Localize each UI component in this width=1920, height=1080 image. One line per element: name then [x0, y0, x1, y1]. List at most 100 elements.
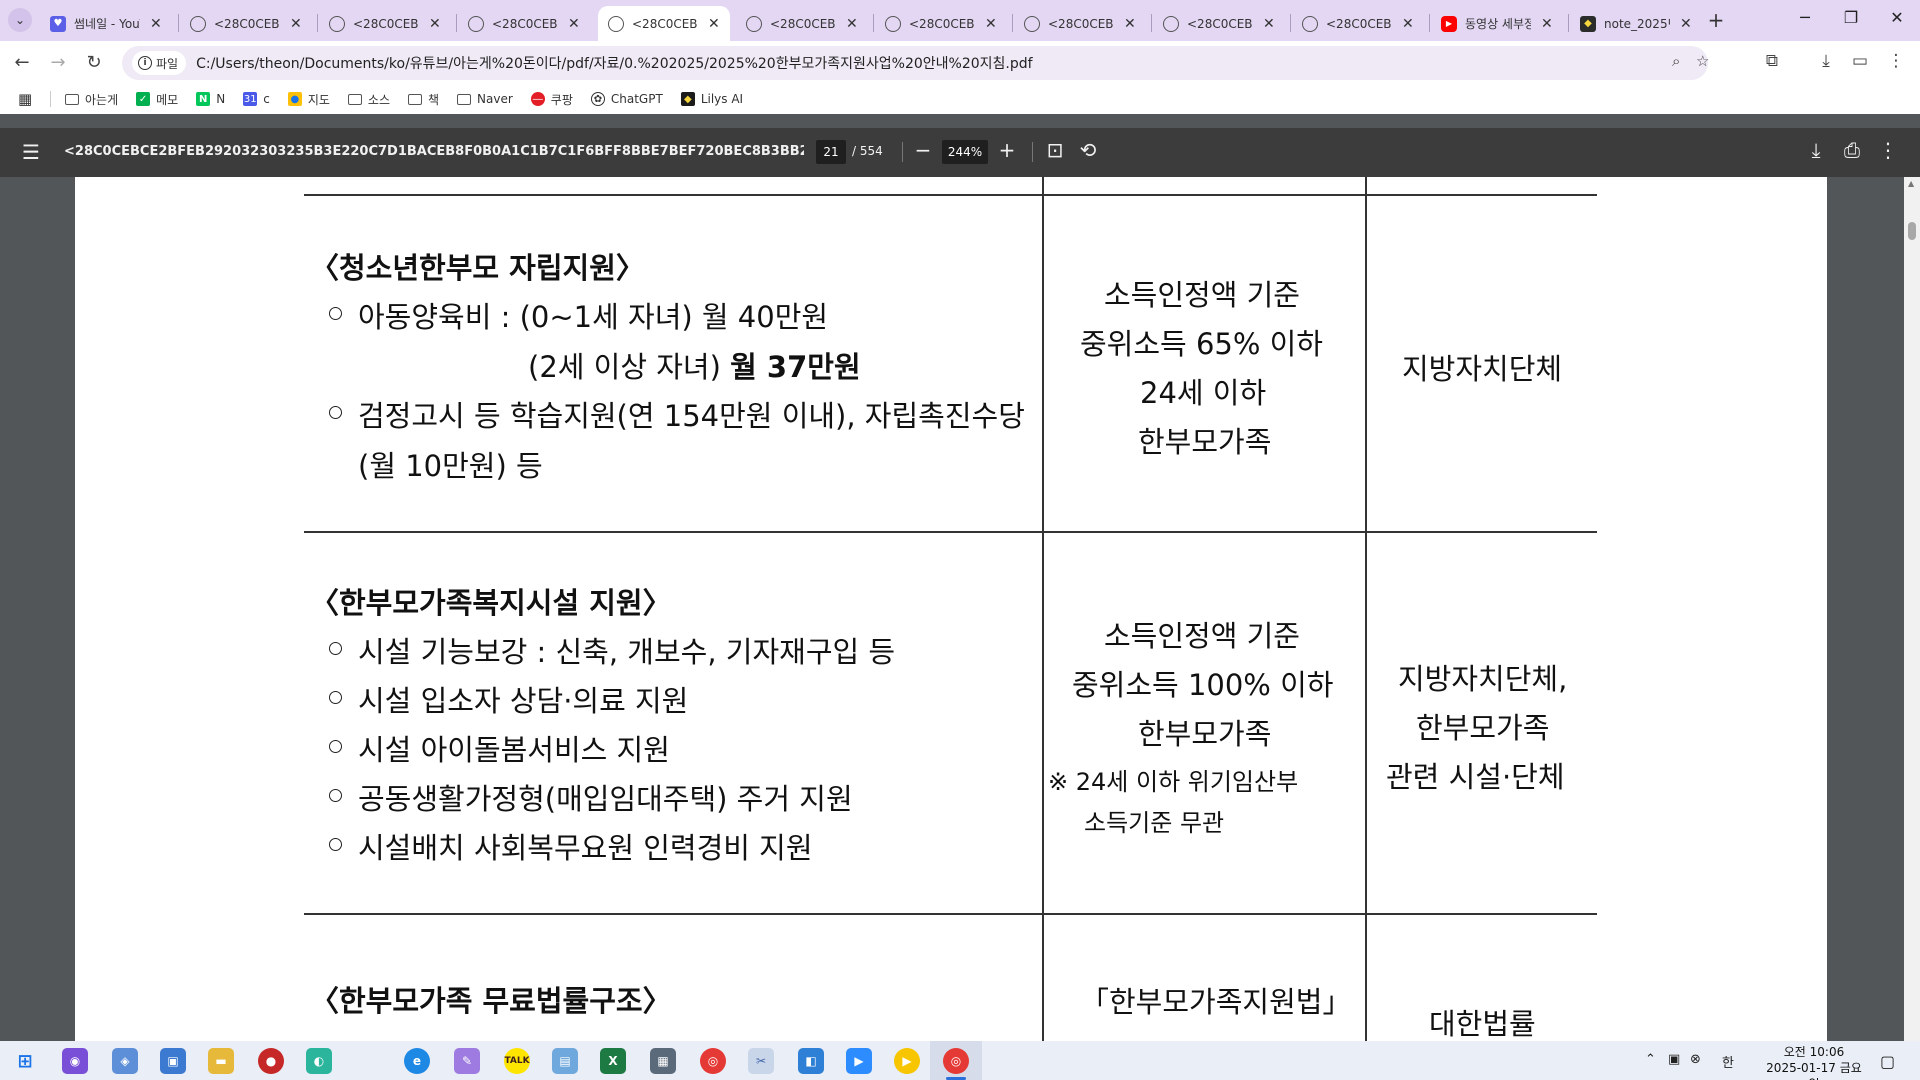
- windows-start-icon[interactable]: ⊞: [12, 1048, 38, 1074]
- app-icon[interactable]: ▤: [552, 1048, 578, 1074]
- chrome-icon[interactable]: ◎: [943, 1048, 969, 1074]
- taskbar-clock[interactable]: 오전 10:06 2025-01-17 금요일: [1766, 1044, 1862, 1080]
- zoom-out-button[interactable]: −: [911, 138, 935, 162]
- tab-title: note_2025년: [1604, 17, 1670, 31]
- scroll-thumb[interactable]: [1908, 222, 1916, 240]
- restore-button[interactable]: ❐: [1836, 8, 1866, 27]
- tab[interactable]: ▶ 동영상 세부정보 ✕: [1431, 6, 1563, 41]
- bookmark-item[interactable]: ● 지도: [287, 91, 330, 108]
- pdf-document-area[interactable]: 〈청소년한부모 자립지원〉 아동양육비 : (0~1세 자녀) 월 40만원 (…: [0, 177, 1920, 1041]
- app-icon[interactable]: ◧: [798, 1048, 824, 1074]
- page-number-input[interactable]: 21: [816, 140, 846, 164]
- fit-page-button[interactable]: ⊡: [1043, 138, 1067, 162]
- chevron-up-icon[interactable]: ⌃: [1645, 1052, 1656, 1067]
- close-icon[interactable]: ✕: [1402, 16, 1414, 32]
- record-icon[interactable]: ●: [258, 1048, 284, 1074]
- zoom-in-button[interactable]: +: [995, 138, 1019, 162]
- bookmark-item[interactable]: Naver: [457, 92, 513, 106]
- eligibility-note: 소득기준 무관: [1084, 809, 1225, 837]
- bookmark-item[interactable]: ✿ ChatGPT: [590, 92, 663, 106]
- close-icon[interactable]: ✕: [429, 16, 441, 32]
- chrome-icon[interactable]: ◎: [700, 1048, 726, 1074]
- close-icon[interactable]: ✕: [1124, 16, 1136, 32]
- tab[interactable]: ◆ note_2025년 ✕: [1570, 6, 1702, 41]
- close-icon[interactable]: ✕: [290, 16, 302, 32]
- tab[interactable]: <28C0CEBCE2BFEB ✕: [1153, 6, 1285, 41]
- pdf-download-button[interactable]: ⤓: [1804, 138, 1828, 162]
- tab[interactable]: ♥ 썸네일 - YouTube ✕: [40, 6, 172, 41]
- app-icon[interactable]: ◐: [306, 1048, 332, 1074]
- app-icon[interactable]: ✎: [454, 1048, 480, 1074]
- reload-button[interactable]: ↻: [82, 51, 106, 75]
- new-tab-button[interactable]: +: [1704, 8, 1728, 32]
- menu-icon[interactable]: ☰: [22, 140, 40, 164]
- close-icon[interactable]: ✕: [150, 16, 162, 32]
- bookmark-item[interactable]: 소스: [347, 91, 390, 108]
- bookmarks-bar: ▦ 아는게 ✓ 메모 NN 31 c ● 지도 소스 책 Naver ― 쿠팡 ✿ Cha…: [0, 84, 1920, 114]
- tab[interactable]: <28C0CEBCE2BFEB ✕: [458, 6, 590, 41]
- zoom-input[interactable]: 244%: [942, 140, 988, 164]
- site-info-chip[interactable]: i 파일: [132, 51, 187, 75]
- coupang-icon: ―: [530, 92, 545, 106]
- tab[interactable]: <28C0CEBCE2BFEB ✕: [1292, 6, 1424, 41]
- cast-icon[interactable]: ▭: [1848, 51, 1872, 71]
- rotate-button[interactable]: ⟲: [1076, 138, 1100, 162]
- tab[interactable]: <28C0CEBCE2BFEB ✕: [1014, 6, 1146, 41]
- ime-indicator[interactable]: 한: [1722, 1052, 1734, 1071]
- bookmark-item[interactable]: 아는게: [65, 91, 118, 108]
- tab-active[interactable]: <28C0CEBCE2BFEB ✕: [598, 6, 730, 41]
- address-bar[interactable]: i 파일 C:/Users/theon/Documents/ko/유튜브/아는게…: [122, 46, 1709, 80]
- close-icon[interactable]: ✕: [708, 16, 720, 32]
- app-icon[interactable]: ✂: [748, 1048, 774, 1074]
- tab[interactable]: <28C0CEBCE2BFEB ✕: [736, 6, 868, 41]
- more-menu-icon[interactable]: ⋮: [1884, 51, 1908, 71]
- tray-icon[interactable]: ▣: [1668, 1052, 1680, 1067]
- bookmark-item[interactable]: NN: [196, 92, 225, 106]
- close-icon[interactable]: ✕: [1680, 16, 1692, 32]
- copilot-icon[interactable]: ◉: [62, 1048, 88, 1074]
- print-button[interactable]: ⎙: [1840, 138, 1864, 162]
- minimize-button[interactable]: ─: [1790, 8, 1820, 27]
- star-icon[interactable]: ☆: [1696, 52, 1709, 70]
- close-icon[interactable]: ✕: [1263, 16, 1275, 32]
- forward-button[interactable]: →: [46, 51, 70, 75]
- calculator-icon[interactable]: ▦: [650, 1048, 676, 1074]
- tab[interactable]: <28C0CEBCE2BFEB ✕: [875, 6, 1007, 41]
- tab-search-button[interactable]: ⌄: [8, 8, 32, 32]
- close-icon[interactable]: ✕: [846, 16, 858, 32]
- bookmark-item[interactable]: ◆ Lilys AI: [680, 92, 743, 106]
- app-icon[interactable]: ◈: [112, 1048, 138, 1074]
- zoom-app-icon[interactable]: ▶: [846, 1048, 872, 1074]
- tab[interactable]: <28C0CEBCE2BFEB ✕: [319, 6, 451, 41]
- benefit-amount: 월 37만원: [730, 350, 861, 384]
- media-player-icon[interactable]: ▶: [894, 1048, 920, 1074]
- app-icon[interactable]: ▣: [160, 1048, 186, 1074]
- bookmark-item[interactable]: ― 쿠팡: [530, 91, 573, 108]
- bookmark-item[interactable]: ✓ 메모: [136, 91, 178, 108]
- bookmark-item[interactable]: 책: [408, 91, 439, 108]
- back-button[interactable]: ←: [10, 51, 34, 75]
- tab-title: <28C0CEBCE2BFEB: [1187, 16, 1253, 31]
- zoom-icon[interactable]: ⌕: [1672, 52, 1680, 70]
- close-icon[interactable]: ✕: [1541, 16, 1553, 32]
- apps-grid-icon[interactable]: ▦: [18, 90, 34, 108]
- close-window-button[interactable]: ✕: [1882, 8, 1912, 27]
- close-icon[interactable]: ✕: [985, 16, 997, 32]
- table-row-border: [304, 194, 1597, 196]
- notification-icon[interactable]: ▢: [1880, 1052, 1895, 1071]
- scroll-up-icon[interactable]: ▲: [1908, 179, 1914, 188]
- kakaotalk-icon[interactable]: TALK: [504, 1048, 530, 1074]
- vertical-scrollbar[interactable]: ▲: [1904, 177, 1920, 1041]
- bookmark-item[interactable]: 31 c: [243, 92, 270, 106]
- pdf-more-button[interactable]: ⋮: [1876, 138, 1900, 162]
- edge-icon[interactable]: e: [404, 1048, 430, 1074]
- tab[interactable]: <28C0CEBCE2BFEB ✕: [180, 6, 312, 41]
- download-icon[interactable]: ⤓: [1814, 51, 1838, 71]
- tray-icon[interactable]: ⊗: [1690, 1052, 1701, 1067]
- close-icon[interactable]: ✕: [568, 16, 580, 32]
- excel-icon[interactable]: X: [600, 1048, 626, 1074]
- agency-text: 한부모가족: [1416, 711, 1550, 745]
- extensions-icon[interactable]: ⧉: [1760, 51, 1784, 71]
- tab-title: 동영상 세부정보: [1465, 17, 1531, 31]
- file-explorer-icon[interactable]: ▬: [208, 1048, 234, 1074]
